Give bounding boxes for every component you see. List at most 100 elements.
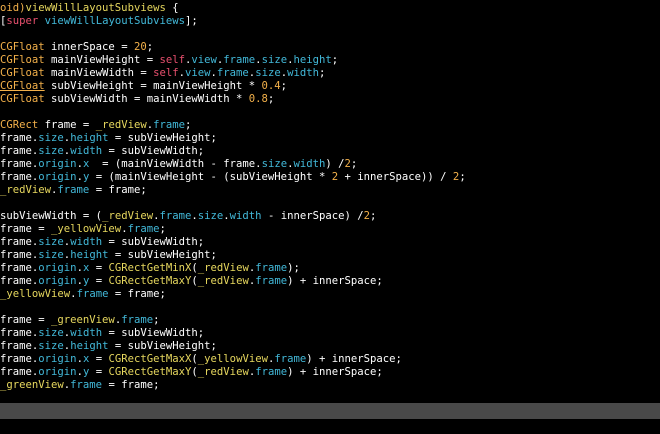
code-token: = frame;: [89, 184, 147, 196]
code-line[interactable]: CGFloat mainViewWidth = self.view.frame.…: [0, 67, 660, 80]
code-token: frame =: [38, 119, 96, 131]
code-token: frame: [255, 275, 288, 287]
code-token: height: [70, 132, 109, 144]
code-token: = subViewWidth;: [102, 145, 205, 157]
code-token: origin: [38, 158, 77, 170]
code-token: height: [70, 340, 109, 352]
code-token: size: [197, 210, 224, 222]
code-token: _redView: [0, 184, 52, 196]
code-token: =: [89, 262, 109, 274]
code-token: _redView: [102, 210, 154, 222]
code-token: viewWillLayoutSubviews: [44, 15, 185, 27]
code-token: frame =: [0, 223, 52, 235]
code-line[interactable]: frame = _greenView.frame;: [0, 314, 660, 327]
code-token: CGFloat: [0, 41, 45, 53]
code-token: super: [6, 15, 39, 27]
code-line[interactable]: frame.origin.y = CGRectGetMaxY(_redView.…: [0, 366, 660, 379]
code-token: ;: [280, 80, 288, 92]
code-token: CGFloat: [0, 93, 45, 105]
code-area[interactable]: oid)viewWillLayoutSubviews {[super viewW…: [0, 2, 660, 392]
code-token: CGRectGetMaxY: [108, 275, 192, 287]
code-token: _greenView: [51, 314, 115, 326]
code-token: CGFloat: [0, 80, 45, 92]
code-token: CGRectGetMaxX: [108, 353, 192, 365]
code-token: frame.: [0, 171, 39, 183]
code-token: _yellowView: [0, 288, 71, 300]
code-token: width: [70, 327, 103, 339]
code-line[interactable]: _greenView.frame = frame;: [0, 379, 660, 392]
code-line[interactable]: CGRect frame = _redView.frame;: [0, 119, 660, 132]
code-line[interactable]: frame.size.width = subViewWidth;: [0, 145, 660, 158]
code-token: ;: [459, 171, 466, 183]
code-line[interactable]: [0, 28, 660, 41]
code-token: ) + innerSpace;: [306, 353, 402, 365]
code-token: CGFloat: [0, 67, 45, 79]
code-token: self: [159, 54, 185, 66]
code-token: view: [191, 54, 217, 66]
code-token: height: [70, 249, 109, 261]
code-token: ) + innerSpace;: [287, 275, 383, 287]
code-line[interactable]: frame.size.width = subViewWidth;: [0, 236, 660, 249]
code-token: );: [287, 262, 300, 274]
code-line[interactable]: frame.size.width = subViewWidth;: [0, 327, 660, 340]
code-line[interactable]: _yellowView.frame = frame;: [0, 288, 660, 301]
code-line[interactable]: CGFloat subViewWidth = mainViewWidth * 0…: [0, 93, 660, 106]
code-line[interactable]: frame = _yellowView.frame;: [0, 223, 660, 236]
code-token: width: [293, 158, 326, 170]
code-line[interactable]: frame.origin.x = CGRectGetMinX(_redView.…: [0, 262, 660, 275]
code-token: frame: [255, 262, 288, 274]
code-token: width: [70, 145, 103, 157]
code-token: frame: [216, 67, 249, 79]
code-token: frame.: [0, 249, 39, 261]
code-token: origin: [38, 366, 77, 378]
code-token: frame: [159, 210, 192, 222]
code-token: frame =: [0, 314, 52, 326]
code-token: =: [89, 275, 109, 287]
code-token: - innerSpace) /: [261, 210, 364, 222]
code-token: ) /: [325, 158, 345, 170]
code-line[interactable]: CGFloat subViewHeight = mainViewHeight *…: [0, 80, 660, 93]
code-token: ;: [370, 210, 377, 222]
code-line[interactable]: frame.size.height = subViewHeight;: [0, 132, 660, 145]
code-line[interactable]: [super viewWillLayoutSubviews];: [0, 15, 660, 28]
horizontal-scrollbar[interactable]: [0, 403, 660, 419]
code-token: 0.4: [261, 80, 281, 92]
code-line[interactable]: oid)viewWillLayoutSubviews {: [0, 2, 660, 15]
code-token: frame: [274, 353, 307, 365]
code-token: frame: [121, 314, 154, 326]
code-line[interactable]: CGFloat innerSpace = 20;: [0, 41, 660, 54]
code-token: size: [38, 249, 64, 261]
code-token: frame.: [0, 158, 39, 170]
code-token: frame.: [0, 236, 39, 248]
code-token: = (mainViewWidth - frame.: [89, 158, 262, 170]
code-token: view: [185, 67, 211, 79]
code-token: frame: [57, 184, 90, 196]
code-line[interactable]: frame.origin.x = CGRectGetMaxX(_yellowVi…: [0, 353, 660, 366]
code-line[interactable]: CGFloat mainViewHeight = self.view.frame…: [0, 54, 660, 67]
code-line[interactable]: [0, 197, 660, 210]
code-line[interactable]: subViewWidth = (_redView.frame.size.widt…: [0, 210, 660, 223]
code-line[interactable]: frame.origin.y = (mainViewHeight - (subV…: [0, 171, 660, 184]
code-line[interactable]: frame.size.height = subViewHeight;: [0, 249, 660, 262]
code-token: mainViewWidth =: [44, 67, 154, 79]
code-line[interactable]: frame.size.height = subViewHeight;: [0, 340, 660, 353]
code-line[interactable]: frame.origin.x = (mainViewWidth - frame.…: [0, 158, 660, 171]
code-token: frame.: [0, 275, 39, 287]
code-editor[interactable]: oid)viewWillLayoutSubviews {[super viewW…: [0, 0, 660, 434]
code-token: size: [255, 67, 281, 79]
code-token: subViewWidth = (: [0, 210, 103, 222]
code-token: = (mainViewHeight - (subViewHeight *: [89, 171, 332, 183]
code-token: = subViewWidth;: [102, 236, 205, 248]
code-token: ;: [350, 158, 358, 170]
code-token: CGFloat: [0, 54, 45, 66]
code-token: =: [89, 353, 109, 365]
code-line[interactable]: [0, 106, 660, 119]
code-line[interactable]: frame.origin.y = CGRectGetMaxY(_redView.…: [0, 275, 660, 288]
code-line[interactable]: [0, 301, 660, 314]
code-token: frame.: [0, 353, 39, 365]
code-token: _greenView: [0, 379, 64, 391]
code-token: width: [70, 236, 103, 248]
code-token: oid): [0, 2, 26, 14]
code-token: size: [38, 327, 64, 339]
code-line[interactable]: _redView.frame = frame;: [0, 184, 660, 197]
